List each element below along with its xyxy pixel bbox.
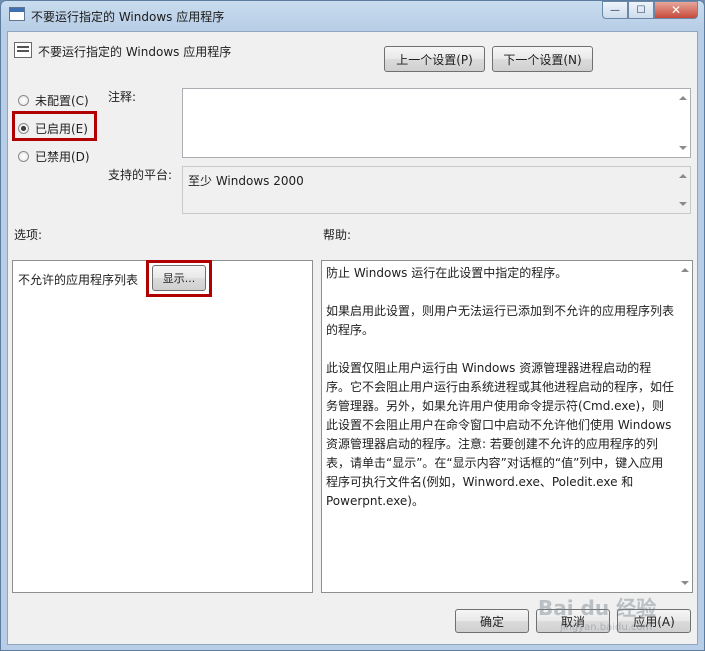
help-paragraph: 防止 Windows 运行在此设置中指定的程序。	[326, 266, 568, 280]
window-controls: — ☐ ✕	[602, 1, 698, 20]
help-scroll-down-arrow-icon[interactable]	[681, 581, 689, 585]
help-paragraph: 如果启用此设置，则用户无法运行已添加到不允许的应用程序列表的程序。	[326, 304, 675, 337]
comment-label: 注释:	[108, 90, 137, 104]
radio-enabled-circle[interactable]	[18, 123, 29, 134]
platform-field: 至少 Windows 2000	[182, 166, 691, 214]
scroll-down-arrow-icon[interactable]	[679, 146, 687, 150]
next-setting-button[interactable]: 下一个设置(N)	[492, 46, 593, 72]
help-panel: 防止 Windows 运行在此设置中指定的程序。 如果启用此设置，则用户无法运行…	[321, 260, 693, 593]
scroll-up-arrow-icon[interactable]	[679, 96, 687, 100]
radio-not-configured[interactable]: 未配置(C)	[18, 92, 89, 109]
radio-disabled[interactable]: 已禁用(D)	[18, 148, 90, 165]
help-scroll-up-arrow-icon[interactable]	[681, 268, 689, 272]
disallowed-apps-label: 不允许的应用程序列表	[18, 273, 139, 287]
baidu-watermark: Bai du 经验	[538, 596, 657, 620]
close-button[interactable]: ✕	[654, 1, 698, 19]
help-paragraph: 此设置仅阻止用户运行由 Windows 资源管理器进程启动的程序。它不会阻止用户…	[326, 361, 675, 508]
options-panel: 不允许的应用程序列表 显示...	[12, 260, 313, 593]
dialog-client-area: 不要运行指定的 Windows 应用程序 上一个设置(P) 下一个设置(N) 未…	[7, 31, 698, 645]
help-text: 防止 Windows 运行在此设置中指定的程序。 如果启用此设置，则用户无法运行…	[326, 264, 674, 530]
window-title: 不要运行指定的 Windows 应用程序	[31, 10, 225, 24]
minimize-button[interactable]: —	[602, 1, 628, 19]
platform-label: 支持的平台:	[108, 168, 173, 182]
radio-disabled-label: 已禁用(D)	[35, 150, 90, 164]
policy-dialog-window: 不要运行指定的 Windows 应用程序 — ☐ ✕ 不要运行指定的 Windo…	[0, 0, 705, 651]
options-section-label: 选项:	[14, 228, 43, 242]
platform-value: 至少 Windows 2000	[188, 174, 304, 188]
radio-enabled-label: 已启用(E)	[35, 122, 88, 136]
radio-not-configured-label: 未配置(C)	[35, 94, 89, 108]
comment-scrollbar[interactable]	[675, 89, 690, 157]
policy-name-heading: 不要运行指定的 Windows 应用程序	[38, 45, 232, 59]
radio-not-configured-circle[interactable]	[18, 95, 29, 106]
radio-disabled-circle[interactable]	[18, 151, 29, 162]
comment-textarea[interactable]	[182, 88, 691, 158]
ok-button[interactable]: 确定	[455, 609, 529, 633]
show-button[interactable]: 显示...	[152, 265, 206, 291]
policy-setting-icon	[14, 42, 32, 58]
platform-scroll-up-arrow-icon[interactable]	[679, 174, 687, 178]
help-scrollbar[interactable]	[677, 261, 692, 592]
platform-scrollbar[interactable]	[675, 167, 690, 213]
previous-setting-button[interactable]: 上一个设置(P)	[384, 46, 485, 72]
platform-scroll-down-arrow-icon[interactable]	[679, 202, 687, 206]
baidu-watermark-url: jingyan.baidu.com	[560, 622, 653, 633]
title-bar[interactable]: 不要运行指定的 Windows 应用程序 — ☐ ✕	[1, 1, 704, 31]
radio-enabled[interactable]: 已启用(E)	[18, 120, 88, 137]
help-section-label: 帮助:	[323, 228, 352, 242]
policy-window-icon	[9, 7, 25, 21]
maximize-button[interactable]: ☐	[628, 1, 654, 19]
